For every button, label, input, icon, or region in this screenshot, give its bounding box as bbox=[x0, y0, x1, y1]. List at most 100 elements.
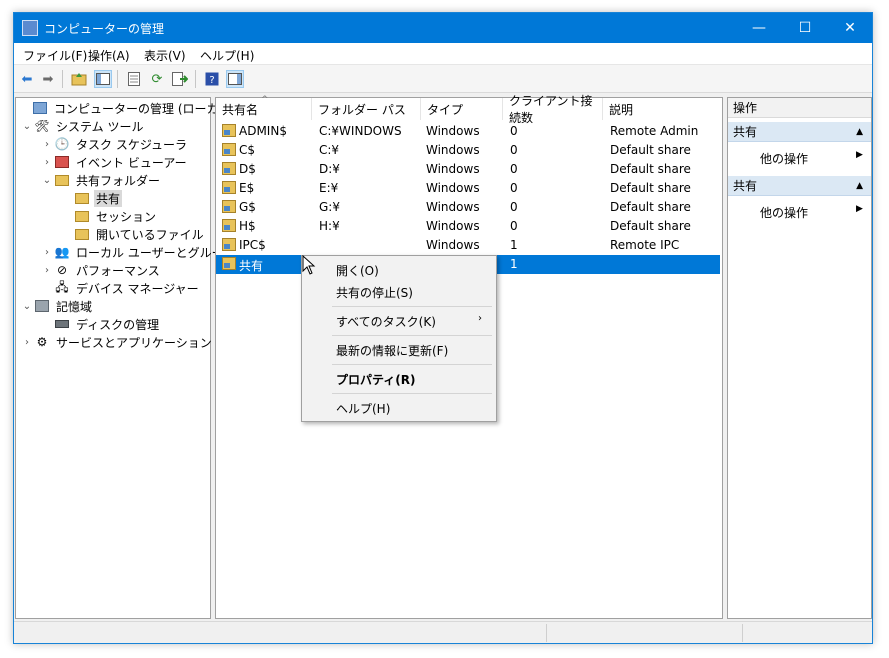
show-hide-tree-icon[interactable] bbox=[94, 70, 112, 88]
toolbar-separator bbox=[62, 70, 63, 88]
shared-folder-icon bbox=[222, 124, 236, 137]
storage-icon bbox=[34, 298, 50, 314]
table-row[interactable]: IPC$ Windows 1 Remote IPC bbox=[216, 236, 720, 255]
up-folder-icon[interactable] bbox=[70, 70, 88, 88]
chevron-down-icon[interactable]: ⌄ bbox=[40, 175, 54, 186]
export-list-icon[interactable] bbox=[171, 70, 189, 88]
actions-pane: 操作 共有 ▲ 他の操作 ▶ 共有 ▲ 他の操作 ▶ bbox=[727, 97, 872, 619]
chevron-right-icon[interactable]: › bbox=[40, 247, 54, 258]
performance-icon: ⊘ bbox=[56, 263, 68, 277]
context-menu-properties[interactable]: プロパティ(R) bbox=[336, 371, 416, 388]
tree-label: 共有 bbox=[94, 189, 123, 207]
tree-item-event-viewer[interactable]: › イベント ビューアー bbox=[40, 153, 189, 171]
tree-item-disk-management[interactable]: ディスクの管理 bbox=[40, 315, 161, 333]
context-menu-all-tasks[interactable]: すべてのタスク(K) bbox=[336, 313, 436, 330]
chevron-down-icon[interactable]: ⌄ bbox=[20, 301, 34, 312]
back-arrow-icon[interactable]: ⬅ bbox=[18, 70, 36, 88]
tree-item-services-apps[interactable]: › ⚙ サービスとアプリケーション bbox=[20, 333, 214, 351]
context-menu-open[interactable]: 開く(O) bbox=[336, 262, 379, 279]
close-button[interactable]: ✕ bbox=[827, 13, 873, 43]
computer-management-icon bbox=[22, 20, 38, 36]
tree-item-local-users[interactable]: › 👥 ローカル ユーザーとグループ bbox=[40, 243, 237, 261]
column-header-client-connections[interactable]: クライアント接続数 bbox=[503, 94, 603, 125]
tree-label: サービスとアプリケーション bbox=[56, 335, 212, 350]
tree-label: コンピューターの管理 (ローカル) bbox=[54, 101, 236, 116]
event-viewer-icon bbox=[54, 154, 70, 170]
disk-icon bbox=[54, 316, 70, 332]
tree-item-performance[interactable]: › ⊘ パフォーマンス bbox=[40, 261, 162, 279]
mouse-pointer-icon bbox=[302, 255, 316, 275]
tree-label: 開いているファイル bbox=[96, 227, 204, 242]
window-title: コンピューターの管理 bbox=[44, 22, 165, 36]
more-actions-link[interactable]: 他の操作 ▶ bbox=[760, 150, 863, 167]
menu-file[interactable]: ファイル(F) bbox=[23, 47, 87, 64]
table-row[interactable]: E$ E:¥ Windows 0 Default share bbox=[216, 179, 720, 198]
toolbar-separator bbox=[195, 70, 196, 88]
tree-item-device-manager[interactable]: 🖧 デバイス マネージャー bbox=[40, 279, 201, 297]
table-row[interactable]: ADMIN$ C:¥WINDOWS Windows 0 Remote Admin bbox=[216, 122, 720, 141]
menu-help[interactable]: ヘルプ(H) bbox=[200, 47, 254, 64]
tree-label: セッション bbox=[96, 209, 157, 224]
menu-separator bbox=[332, 393, 492, 394]
refresh-icon[interactable]: ⟳ bbox=[148, 70, 166, 88]
tree-label: ローカル ユーザーとグループ bbox=[76, 245, 235, 260]
actions-section-share[interactable]: 共有 ▲ bbox=[728, 176, 871, 196]
table-row[interactable]: H$ H:¥ Windows 0 Default share bbox=[216, 217, 720, 236]
shared-folder-icon bbox=[74, 226, 90, 242]
menu-separator bbox=[332, 335, 492, 336]
tree-item-sessions[interactable]: セッション bbox=[60, 207, 158, 225]
maximize-button[interactable]: ☐ bbox=[782, 13, 828, 43]
chevron-right-icon[interactable]: › bbox=[20, 337, 34, 348]
sort-ascending-icon: ^ bbox=[261, 95, 269, 105]
more-actions-link[interactable]: 他の操作 ▶ bbox=[760, 204, 863, 221]
tree-item-task-scheduler[interactable]: › 🕒 タスク スケジューラ bbox=[40, 135, 189, 153]
tree-label: イベント ビューアー bbox=[76, 155, 187, 170]
show-hide-action-pane-icon[interactable] bbox=[226, 70, 244, 88]
column-header-type[interactable]: タイプ bbox=[421, 98, 503, 120]
shared-folder-icon bbox=[222, 200, 236, 213]
tree-label: 共有フォルダー bbox=[76, 173, 161, 188]
chevron-right-icon[interactable]: › bbox=[40, 139, 54, 150]
shared-folder-icon bbox=[222, 181, 236, 194]
context-menu-refresh[interactable]: 最新の情報に更新(F) bbox=[336, 342, 448, 359]
actions-section-shares[interactable]: 共有 ▲ bbox=[728, 122, 871, 142]
console-tree[interactable]: コンピューターの管理 (ローカル) ⌄ 🛠 システム ツール › 🕒 タスク ス… bbox=[15, 97, 235, 619]
menu-action[interactable]: 操作(A) bbox=[88, 47, 130, 64]
tree-item-system-tools[interactable]: ⌄ 🛠 システム ツール bbox=[20, 117, 145, 135]
column-header-share-name[interactable]: 共有名 ^ bbox=[216, 95, 312, 120]
tree-label: デバイス マネージャー bbox=[76, 281, 199, 296]
table-row[interactable]: G$ G:¥ Windows 0 Default share bbox=[216, 198, 720, 217]
tree-item-shared-folders[interactable]: ⌄ 共有フォルダー bbox=[40, 171, 162, 189]
tree-label: タスク スケジューラ bbox=[76, 137, 187, 152]
column-header-description[interactable]: 説明 bbox=[603, 98, 720, 120]
tree-item-root[interactable]: コンピューターの管理 (ローカル) bbox=[18, 99, 237, 117]
table-row[interactable]: D$ D:¥ Windows 0 Default share bbox=[216, 160, 720, 179]
shared-folder-icon bbox=[54, 172, 70, 188]
context-menu-stop-sharing[interactable]: 共有の停止(S) bbox=[336, 284, 413, 301]
shared-folder-icon bbox=[222, 162, 236, 175]
tree-item-storage[interactable]: ⌄ 記憶域 bbox=[20, 297, 94, 315]
actions-header: 操作 bbox=[728, 98, 871, 118]
menu-view[interactable]: 表示(V) bbox=[144, 47, 186, 64]
tools-icon: 🛠 bbox=[34, 119, 50, 133]
column-header-folder-path[interactable]: フォルダー パス bbox=[312, 98, 421, 120]
help-icon[interactable]: ? bbox=[203, 70, 221, 88]
collapse-caret-icon[interactable]: ▲ bbox=[856, 127, 863, 137]
svg-text:?: ? bbox=[209, 75, 214, 86]
toolbar-separator bbox=[117, 70, 118, 88]
tree-label: ディスクの管理 bbox=[76, 317, 160, 332]
chevron-right-icon[interactable]: › bbox=[40, 265, 54, 276]
properties-page-icon[interactable] bbox=[125, 70, 143, 88]
minimize-button[interactable]: — bbox=[736, 13, 782, 43]
tree-item-shares[interactable]: 共有 bbox=[60, 189, 123, 207]
title-bar[interactable]: コンピューターの管理 — ☐ ✕ bbox=[14, 13, 872, 43]
chevron-right-icon[interactable]: › bbox=[40, 157, 54, 168]
forward-arrow-icon[interactable]: ➡ bbox=[39, 70, 57, 88]
tree-label: システム ツール bbox=[56, 119, 144, 134]
tree-item-open-files[interactable]: 開いているファイル bbox=[60, 225, 206, 243]
menu-separator bbox=[332, 306, 492, 307]
context-menu-help[interactable]: ヘルプ(H) bbox=[336, 400, 390, 417]
chevron-down-icon[interactable]: ⌄ bbox=[20, 121, 34, 132]
table-row[interactable]: C$ C:¥ Windows 0 Default share bbox=[216, 141, 720, 160]
collapse-caret-icon[interactable]: ▲ bbox=[856, 181, 863, 191]
